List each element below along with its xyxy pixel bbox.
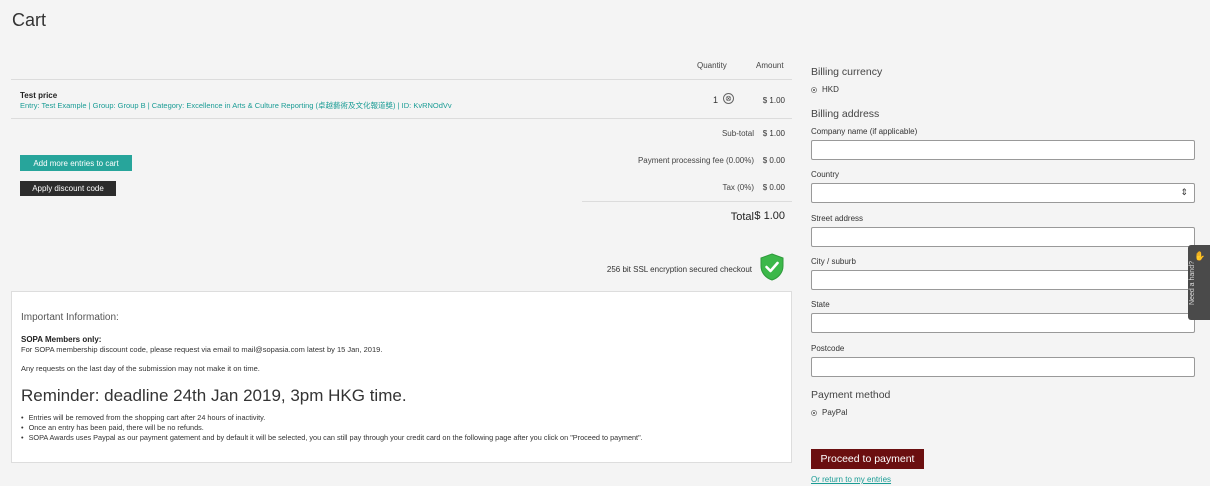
return-to-entries-link[interactable]: Or return to my entries [811, 475, 891, 484]
important-info-panel: Important Information: SOPA Members only… [11, 291, 792, 463]
info-line: For SOPA membership discount code, pleas… [21, 345, 383, 354]
info-title: Important Information: [21, 312, 119, 323]
currency-radio-hkd[interactable]: HKD [811, 85, 839, 94]
list-item: Once an entry has been paid, there will … [21, 423, 643, 433]
quantity-header: Quantity [697, 61, 727, 70]
fee-label: Payment processing fee (0.00%) [637, 156, 754, 165]
list-item: Entries will be removed from the shoppin… [21, 413, 643, 423]
company-input[interactable] [811, 140, 1195, 160]
payment-radio-paypal[interactable]: PayPal [811, 408, 847, 417]
country-select[interactable]: ⇕ [811, 183, 1195, 203]
payment-option-label: PayPal [822, 408, 848, 417]
divider [11, 79, 792, 80]
total-value: $ 1.00 [754, 210, 785, 222]
divider [582, 201, 792, 202]
shield-check-icon [760, 253, 784, 281]
select-arrows-icon: ⇕ [1180, 187, 1188, 197]
postcode-input[interactable] [811, 357, 1195, 377]
currency-option-label: HKD [822, 85, 839, 94]
info-bullet-list: Entries will be removed from the shoppin… [21, 413, 643, 443]
country-label: Country [811, 170, 840, 179]
city-input[interactable] [811, 270, 1195, 290]
remove-item-icon[interactable]: ⊗ [723, 93, 734, 104]
billing-address-heading: Billing address [811, 108, 880, 120]
info-subhead: SOPA Members only: [21, 335, 102, 344]
info-line: Any requests on the last day of the subm… [21, 364, 260, 373]
state-label: State [811, 300, 830, 309]
amount-header: Amount [756, 61, 784, 70]
proceed-to-payment-button[interactable]: Proceed to payment [811, 449, 924, 469]
fee-value: $ 0.00 [762, 156, 785, 165]
divider [11, 118, 792, 119]
radio-selected-icon [811, 409, 817, 416]
cart-item-amount: $ 1.00 [762, 96, 785, 105]
state-input[interactable] [811, 313, 1195, 333]
street-label: Street address [811, 214, 864, 223]
tax-label: Tax (0%) [722, 183, 754, 192]
street-input[interactable] [811, 227, 1195, 247]
cart-item-quantity: 1 [713, 95, 719, 105]
total-label: Total [730, 211, 754, 223]
page-title: Cart [12, 10, 47, 30]
apply-discount-button[interactable]: Apply discount code [20, 181, 116, 196]
deadline-reminder: Reminder: deadline 24th Jan 2019, 3pm HK… [21, 386, 407, 405]
subtotal-value: $ 1.00 [762, 129, 785, 138]
ssl-text: 256 bit SSL encryption secured checkout [606, 265, 752, 274]
help-tab[interactable]: ✋ Need a hand? [1188, 245, 1210, 320]
help-label: Need a hand? [1189, 261, 1196, 305]
tax-value: $ 0.00 [762, 183, 785, 192]
cart-item-name: Test price [20, 91, 58, 100]
city-label: City / suburb [811, 257, 856, 266]
subtotal-label: Sub-total [721, 129, 754, 138]
billing-currency-heading: Billing currency [811, 66, 883, 78]
payment-method-heading: Payment method [811, 389, 891, 401]
company-label: Company name (if applicable) [811, 127, 918, 136]
add-more-entries-button[interactable]: Add more entries to cart [20, 155, 132, 171]
list-item: SOPA Awards uses Paypal as our payment g… [21, 433, 643, 443]
postcode-label: Postcode [811, 344, 845, 353]
cart-item-meta[interactable]: Entry: Test Example | Group: Group B | C… [20, 100, 452, 111]
radio-selected-icon [811, 86, 817, 93]
